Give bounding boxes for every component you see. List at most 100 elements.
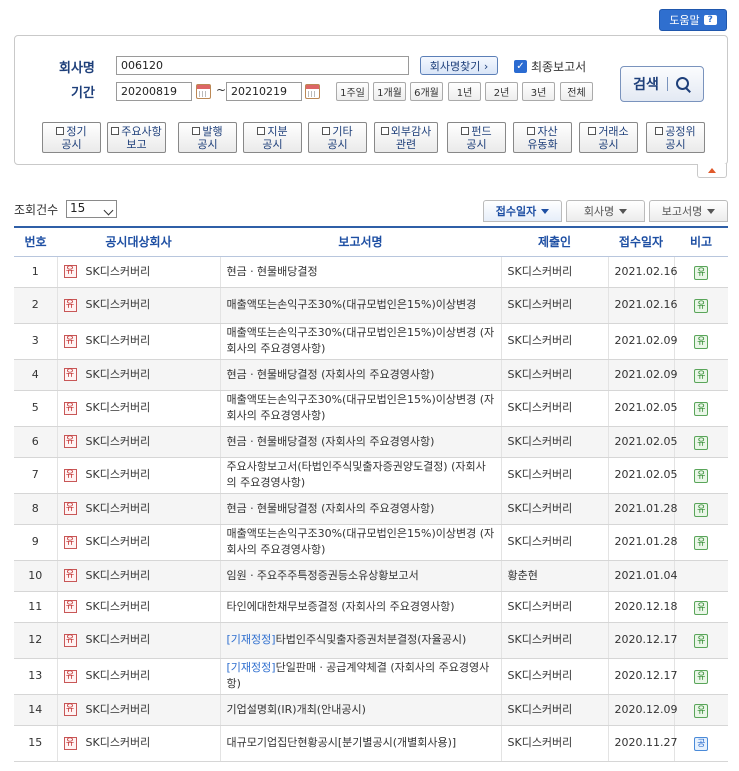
note-badge[interactable]: 유	[694, 299, 709, 313]
start-date-input[interactable]	[116, 82, 192, 101]
company-link[interactable]: SK디스커버리	[86, 265, 151, 278]
period-3year-button[interactable]: 3년	[522, 82, 555, 101]
report-name: 주요사항보고서(타법인주식및출자증권양도결정) (자회사의 주요경영사항)	[226, 460, 486, 489]
note-badge[interactable]: 유	[694, 600, 709, 615]
report-link[interactable]: 매출액또는손익구조30%(대규모법인은15%)이상변경 (자회사의 주요경영사항…	[219, 323, 501, 360]
category-fund[interactable]: 펀드 공시	[447, 122, 506, 153]
count-select[interactable]: 15	[66, 200, 117, 218]
company-link[interactable]: SK디스커버리	[86, 569, 151, 582]
company-cell[interactable]: 유 SK디스커버리	[56, 426, 220, 458]
find-company-button[interactable]: 회사명찾기 ›	[420, 56, 498, 75]
search-button[interactable]: 검색	[620, 66, 704, 102]
report-link[interactable]: 현금ㆍ현물배당결정 (자회사의 주요경영사항)	[219, 426, 501, 458]
company-cell[interactable]: 유 SK디스커버리	[56, 591, 220, 623]
category-regular[interactable]: 정기 공시	[42, 122, 101, 153]
company-link[interactable]: SK디스커버리	[86, 535, 151, 548]
collapse-button[interactable]	[697, 164, 727, 178]
note-badge[interactable]: 유	[694, 402, 709, 416]
company-cell[interactable]: 유 SK디스커버리	[56, 390, 220, 427]
company-link[interactable]: SK디스커버리	[86, 502, 151, 515]
company-cell[interactable]: 유 SK디스커버리	[56, 256, 220, 288]
col-header-company[interactable]: 공시대상회사	[57, 226, 220, 257]
report-link[interactable]: 현금ㆍ현물배당결정 (자회사의 주요경영사항)	[219, 359, 501, 391]
company-link[interactable]: SK디스커버리	[86, 736, 151, 749]
company-cell[interactable]: 유 SK디스커버리	[56, 694, 220, 726]
company-link[interactable]: SK디스커버리	[86, 334, 151, 347]
company-cell[interactable]: 유 SK디스커버리	[56, 457, 220, 494]
company-cell[interactable]: 유 SK디스커버리	[56, 725, 220, 762]
note-badge[interactable]: 공	[694, 737, 709, 751]
period-1week-button[interactable]: 1주일	[336, 82, 369, 101]
category-major[interactable]: 주요사항 보고	[107, 122, 166, 153]
company-link[interactable]: SK디스커버리	[86, 435, 151, 448]
report-link[interactable]: 기업설명회(IR)개최(안내공시)	[219, 694, 501, 726]
note-badge[interactable]: 유	[694, 536, 709, 550]
report-link[interactable]: 매출액또는손익구조30%(대규모법인은15%)이상변경 (자회사의 주요경영사항…	[219, 524, 501, 561]
checkbox-icon	[461, 127, 470, 135]
report-link[interactable]: 매출액또는손익구조30%(대규모법인은15%)이상변경 (자회사의 주요경영사항…	[219, 390, 501, 427]
note-badge[interactable]: 유	[694, 469, 709, 483]
company-cell[interactable]: 유 SK디스커버리	[56, 359, 220, 391]
report-link[interactable]: 타인에대한채무보증결정 (자회사의 주요경영사항)	[219, 591, 501, 623]
company-link[interactable]: SK디스커버리	[86, 298, 151, 311]
note-badge[interactable]: 유	[694, 634, 709, 648]
final-report-checkbox[interactable]: ✓	[514, 60, 527, 73]
sort-date-button[interactable]: 접수일자	[483, 200, 562, 222]
company-link[interactable]: SK디스커버리	[86, 468, 151, 481]
note-badge[interactable]: 유	[694, 335, 709, 349]
note-badge[interactable]: 유	[694, 502, 709, 517]
company-cell[interactable]: 유 SK디스커버리	[56, 323, 220, 360]
help-button[interactable]: 도움말 ?	[659, 9, 727, 31]
period-all-button[interactable]: 전체	[560, 82, 593, 101]
calendar-icon[interactable]	[305, 84, 320, 99]
col-header-date[interactable]: 접수일자	[608, 226, 674, 257]
note-badge[interactable]: 유	[694, 368, 709, 383]
category-ftc[interactable]: 공정위 공시	[646, 122, 705, 153]
company-link[interactable]: SK디스커버리	[86, 703, 151, 716]
period-6month-button[interactable]: 6개월	[410, 82, 443, 101]
company-cell[interactable]: 유 SK디스커버리	[56, 658, 220, 695]
company-cell[interactable]: 유 SK디스커버리	[56, 493, 220, 525]
company-link[interactable]: SK디스커버리	[86, 669, 151, 682]
company-link[interactable]: SK디스커버리	[86, 368, 151, 381]
report-link[interactable]: 현금ㆍ현물배당결정	[219, 256, 501, 288]
period-1month-button[interactable]: 1개월	[373, 82, 406, 101]
company-cell[interactable]: 유 SK디스커버리	[56, 287, 220, 324]
period-1year-button[interactable]: 1년	[448, 82, 481, 101]
calendar-icon[interactable]	[196, 84, 211, 99]
report-link[interactable]: 주요사항보고서(타법인주식및출자증권양도결정) (자회사의 주요경영사항)	[219, 457, 501, 494]
report-link[interactable]: [기재정정]타법인주식및출자증권처분결정(자율공시)	[219, 622, 501, 659]
note-badge[interactable]: 유	[694, 265, 709, 280]
company-link[interactable]: SK디스커버리	[86, 600, 151, 613]
report-link[interactable]: 임원ㆍ주요주주특정증권등소유상황보고서	[219, 560, 501, 592]
col-header-no[interactable]: 번호	[14, 226, 57, 257]
note-badge[interactable]: 유	[694, 703, 709, 718]
note-badge[interactable]: 유	[694, 670, 709, 684]
col-header-filer[interactable]: 제출인	[501, 226, 608, 257]
category-equity[interactable]: 지분 공시	[243, 122, 302, 153]
company-link[interactable]: SK디스커버리	[86, 401, 151, 414]
report-link[interactable]: [기재정정]단일판매ㆍ공급계약체결 (자회사의 주요경영사항)	[219, 658, 501, 695]
filer-cell: SK디스커버리	[500, 524, 608, 561]
company-cell[interactable]: 유 SK디스커버리	[56, 622, 220, 659]
filer-cell: SK디스커버리	[500, 694, 608, 726]
category-asset[interactable]: 자산 유동화	[513, 122, 572, 153]
report-link[interactable]: 대규모기업집단현황공시[분기별공시(개별회사용)]	[219, 725, 501, 762]
period-2year-button[interactable]: 2년	[485, 82, 518, 101]
company-input[interactable]	[116, 56, 409, 75]
sort-company-button[interactable]: 회사명	[566, 200, 645, 222]
category-other[interactable]: 기타 공시	[308, 122, 367, 153]
category-exchange[interactable]: 거래소 공시	[579, 122, 638, 153]
category-audit[interactable]: 외부감사 관련	[374, 122, 438, 153]
col-header-report[interactable]: 보고서명	[220, 226, 501, 257]
report-link[interactable]: 현금ㆍ현물배당결정 (자회사의 주요경영사항)	[219, 493, 501, 525]
company-cell[interactable]: 유 SK디스커버리	[56, 524, 220, 561]
company-cell[interactable]: 유 SK디스커버리	[56, 560, 220, 592]
report-link[interactable]: 매출액또는손익구조30%(대규모법인은15%)이상변경	[219, 287, 501, 324]
company-link[interactable]: SK디스커버리	[86, 633, 151, 646]
category-issuance[interactable]: 발행 공시	[178, 122, 237, 153]
note-badge[interactable]: 유	[694, 435, 709, 450]
row-number: 12	[14, 622, 57, 659]
sort-report-button[interactable]: 보고서명	[649, 200, 728, 222]
end-date-input[interactable]	[226, 82, 302, 101]
